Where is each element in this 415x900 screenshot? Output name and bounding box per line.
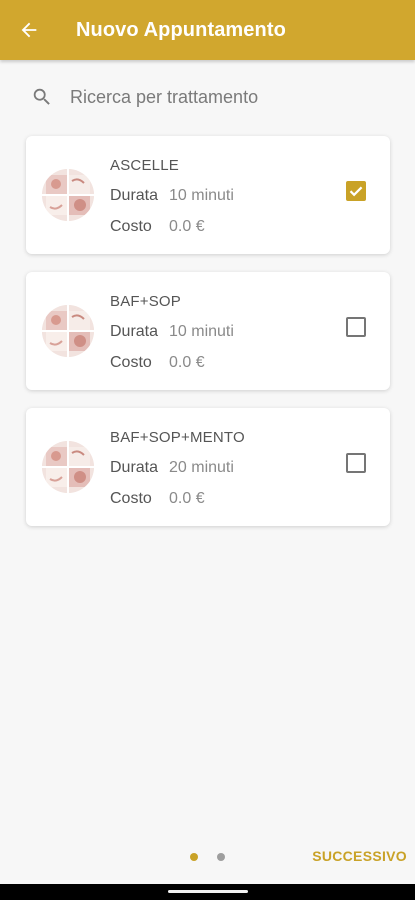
treatment-name: ASCELLE [110,157,179,174]
back-button[interactable] [0,0,58,60]
treatment-card[interactable]: ASCELLE Durata 10 minuti Costo 0.0 € [26,136,390,254]
duration-label: Durata [110,459,159,476]
search-input[interactable] [68,85,372,109]
cost-row: Costo 0.0 € [110,490,205,508]
home-gesture-handle[interactable] [168,890,248,893]
treatment-card[interactable]: BAF+SOP+MENTO Durata 20 minuti Costo 0.0… [26,408,390,526]
cost-label: Costo [110,218,152,235]
search-bar [28,78,388,116]
next-button[interactable]: SUCCESSIVO [312,848,407,864]
cost-row: Costo 0.0 € [110,354,205,372]
duration-label: Durata [110,187,159,204]
treatment-name: BAF+SOP+MENTO [110,429,245,446]
cost-label: Costo [110,490,152,507]
cost-label: Costo [110,354,152,371]
app-bar: Nuovo Appuntamento [0,0,415,60]
cost-value: 0.0 € [169,490,205,507]
page-dot-2 [217,853,225,861]
duration-row: Durata 10 minuti [110,323,234,341]
duration-row: Durata 10 minuti [110,187,234,205]
system-nav-bar [0,884,415,900]
select-checkbox[interactable] [346,453,366,473]
cost-value: 0.0 € [169,354,205,371]
treatment-image [42,169,94,221]
treatment-name: BAF+SOP [110,293,182,310]
search-icon [28,83,56,111]
page-dot-1 [190,853,198,861]
page-title: Nuovo Appuntamento [76,18,286,41]
treatment-image [42,305,94,357]
duration-row: Durata 20 minuti [110,459,234,477]
select-checkbox[interactable] [346,317,366,337]
duration-value: 20 minuti [169,459,234,476]
arrow-back-icon [21,22,37,38]
duration-value: 10 minuti [169,323,234,340]
treatment-card[interactable]: BAF+SOP Durata 10 minuti Costo 0.0 € [26,272,390,390]
cost-value: 0.0 € [169,218,205,235]
select-checkbox[interactable] [346,181,366,201]
duration-value: 10 minuti [169,187,234,204]
page-indicator [190,853,225,861]
duration-label: Durata [110,323,159,340]
treatment-image [42,441,94,493]
cost-row: Costo 0.0 € [110,218,205,236]
